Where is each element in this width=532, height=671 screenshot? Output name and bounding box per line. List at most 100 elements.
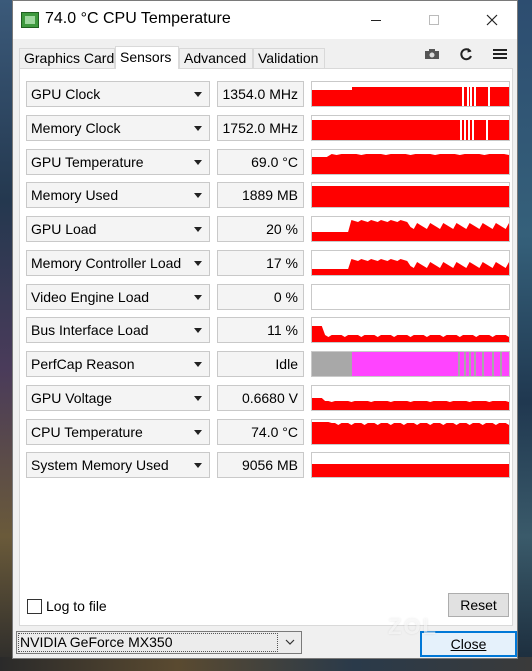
sensor-name-dropdown[interactable]: Bus Interface Load <box>26 317 210 343</box>
sensor-name-label: GPU Voltage <box>31 390 112 406</box>
close-window-button[interactable] <box>469 1 515 39</box>
close-button-label: Close <box>450 636 487 652</box>
sensor-value: 0.6680 V <box>217 385 304 411</box>
screenshot-button[interactable] <box>421 45 443 63</box>
sensor-graph[interactable] <box>311 284 510 310</box>
sensor-name-label: Memory Used <box>31 187 119 203</box>
dropdown-arrow-icon <box>194 396 202 401</box>
dropdown-arrow-icon <box>194 362 202 367</box>
sensor-name-dropdown[interactable]: System Memory Used <box>26 452 210 478</box>
sensor-value: 17 % <box>217 250 304 276</box>
tab-sensors[interactable]: Sensors <box>115 46 179 69</box>
sensor-graph[interactable] <box>311 385 510 411</box>
sensor-value: 9056 MB <box>217 452 304 478</box>
minimize-button[interactable] <box>353 1 399 39</box>
minimize-icon <box>371 19 381 21</box>
sensor-row: GPU Temperature 69.0 °C <box>26 149 510 175</box>
sensor-name-dropdown[interactable]: GPU Voltage <box>26 385 210 411</box>
sensor-row: Memory Clock 1752.0 MHz <box>26 115 510 141</box>
sensor-graph-plot <box>312 285 509 309</box>
gpuz-window: 74.0 °C CPU Temperature Graphics Card Se… <box>12 0 518 659</box>
sensor-graph-plot <box>312 186 509 207</box>
sensor-row: GPU Voltage 0.6680 V <box>26 385 510 411</box>
sensor-row: Bus Interface Load 11 % <box>26 317 510 343</box>
tab-graphics-card[interactable]: Graphics Card <box>19 48 115 68</box>
sensor-graph[interactable] <box>311 250 510 276</box>
menu-button[interactable] <box>489 45 511 63</box>
dropdown-arrow-icon <box>194 430 202 435</box>
sensor-graph-plot <box>312 352 509 376</box>
sensor-graph-plot <box>312 86 509 106</box>
sensor-graph-plot <box>312 220 509 241</box>
log-to-file-checkbox[interactable]: Log to file <box>27 597 107 615</box>
dropdown-arrow-icon <box>194 463 202 468</box>
checkbox-box[interactable] <box>27 598 42 614</box>
desktop-background-left <box>0 0 12 671</box>
sensor-name-dropdown[interactable]: Memory Clock <box>26 115 210 141</box>
desktop-background-bottom <box>0 657 532 671</box>
sensor-name-dropdown[interactable]: Video Engine Load <box>26 284 210 310</box>
sensor-row: Memory Used 1889 MB <box>26 182 510 208</box>
sensor-name-label: System Memory Used <box>31 457 169 473</box>
tab-advanced[interactable]: Advanced <box>179 48 253 68</box>
dropdown-arrow-icon <box>194 227 202 232</box>
zol-watermark: ZOL <box>388 614 438 639</box>
sensor-graph[interactable] <box>311 115 510 141</box>
chevron-down-icon <box>283 635 297 649</box>
sensor-value: 74.0 °C <box>217 419 304 445</box>
sensor-value: 11 % <box>217 317 304 343</box>
sensor-value: 1752.0 MHz <box>217 115 304 141</box>
refresh-icon <box>460 48 472 61</box>
sensor-name-dropdown[interactable]: GPU Load <box>26 216 210 242</box>
sensor-name-dropdown[interactable]: GPU Temperature <box>26 149 210 175</box>
dropdown-arrow-icon <box>194 193 202 198</box>
sensor-graph[interactable] <box>311 149 510 175</box>
sensor-row: GPU Load 20 % <box>26 216 510 242</box>
sensor-row: Video Engine Load 0 % <box>26 284 510 310</box>
log-to-file-label: Log to file <box>46 598 107 614</box>
maximize-button[interactable] <box>411 1 457 39</box>
sensor-value: 20 % <box>217 216 304 242</box>
gpu-select-value: NVIDIA GeForce MX350 <box>20 634 173 650</box>
sensor-name-dropdown[interactable]: Memory Used <box>26 182 210 208</box>
dropdown-arrow-icon <box>194 92 202 97</box>
sensor-row: System Memory Used 9056 MB <box>26 452 510 478</box>
menu-icon <box>493 49 507 59</box>
sensor-row: CPU Temperature 74.0 °C <box>26 419 510 445</box>
sensor-value: 0 % <box>217 284 304 310</box>
dropdown-arrow-icon <box>194 261 202 266</box>
sensor-name-dropdown[interactable]: GPU Clock <box>26 81 210 107</box>
sensor-graph[interactable] <box>311 81 510 107</box>
dropdown-arrow-icon <box>194 126 202 131</box>
sensor-graph[interactable] <box>311 452 510 478</box>
sensor-graph-plot <box>312 422 509 444</box>
sensor-graph[interactable] <box>311 182 510 208</box>
sensors-panel: GPU Clock 1354.0 MHz Memory Clock 1752.0 MH… <box>19 68 513 626</box>
title-bar[interactable]: 74.0 °C CPU Temperature <box>13 1 517 39</box>
sensor-graph[interactable] <box>311 419 510 445</box>
reset-button[interactable]: Reset <box>448 593 509 617</box>
sensor-graph[interactable] <box>311 216 510 242</box>
sensor-name-dropdown[interactable]: PerfCap Reason <box>26 351 210 377</box>
sensor-graph-plot <box>312 398 509 410</box>
sensor-name-dropdown[interactable]: Memory Controller Load <box>26 250 210 276</box>
sensor-row: Memory Controller Load 17 % <box>26 250 510 276</box>
sensor-value: 1354.0 MHz <box>217 81 304 107</box>
sensor-name-label: GPU Load <box>31 221 97 237</box>
sensor-graph-plot <box>312 259 509 275</box>
sensor-graph[interactable] <box>311 351 510 377</box>
sensor-name-label: CPU Temperature <box>31 424 143 440</box>
sensor-graph-plot <box>312 119 509 140</box>
dropdown-arrow-icon <box>194 160 202 165</box>
sensor-value: 69.0 °C <box>217 149 304 175</box>
sensor-graph[interactable] <box>311 317 510 343</box>
gpu-select-dropdown[interactable]: NVIDIA GeForce MX350 <box>16 631 302 654</box>
window-title: 74.0 °C CPU Temperature <box>45 10 231 27</box>
maximize-icon <box>429 15 439 25</box>
tab-validation[interactable]: Validation <box>253 48 325 68</box>
sensor-name-dropdown[interactable]: CPU Temperature <box>26 419 210 445</box>
sensor-name-label: Memory Clock <box>31 120 121 136</box>
refresh-button[interactable] <box>455 45 477 63</box>
sensor-name-label: Bus Interface Load <box>31 322 149 338</box>
sensor-value: 1889 MB <box>217 182 304 208</box>
